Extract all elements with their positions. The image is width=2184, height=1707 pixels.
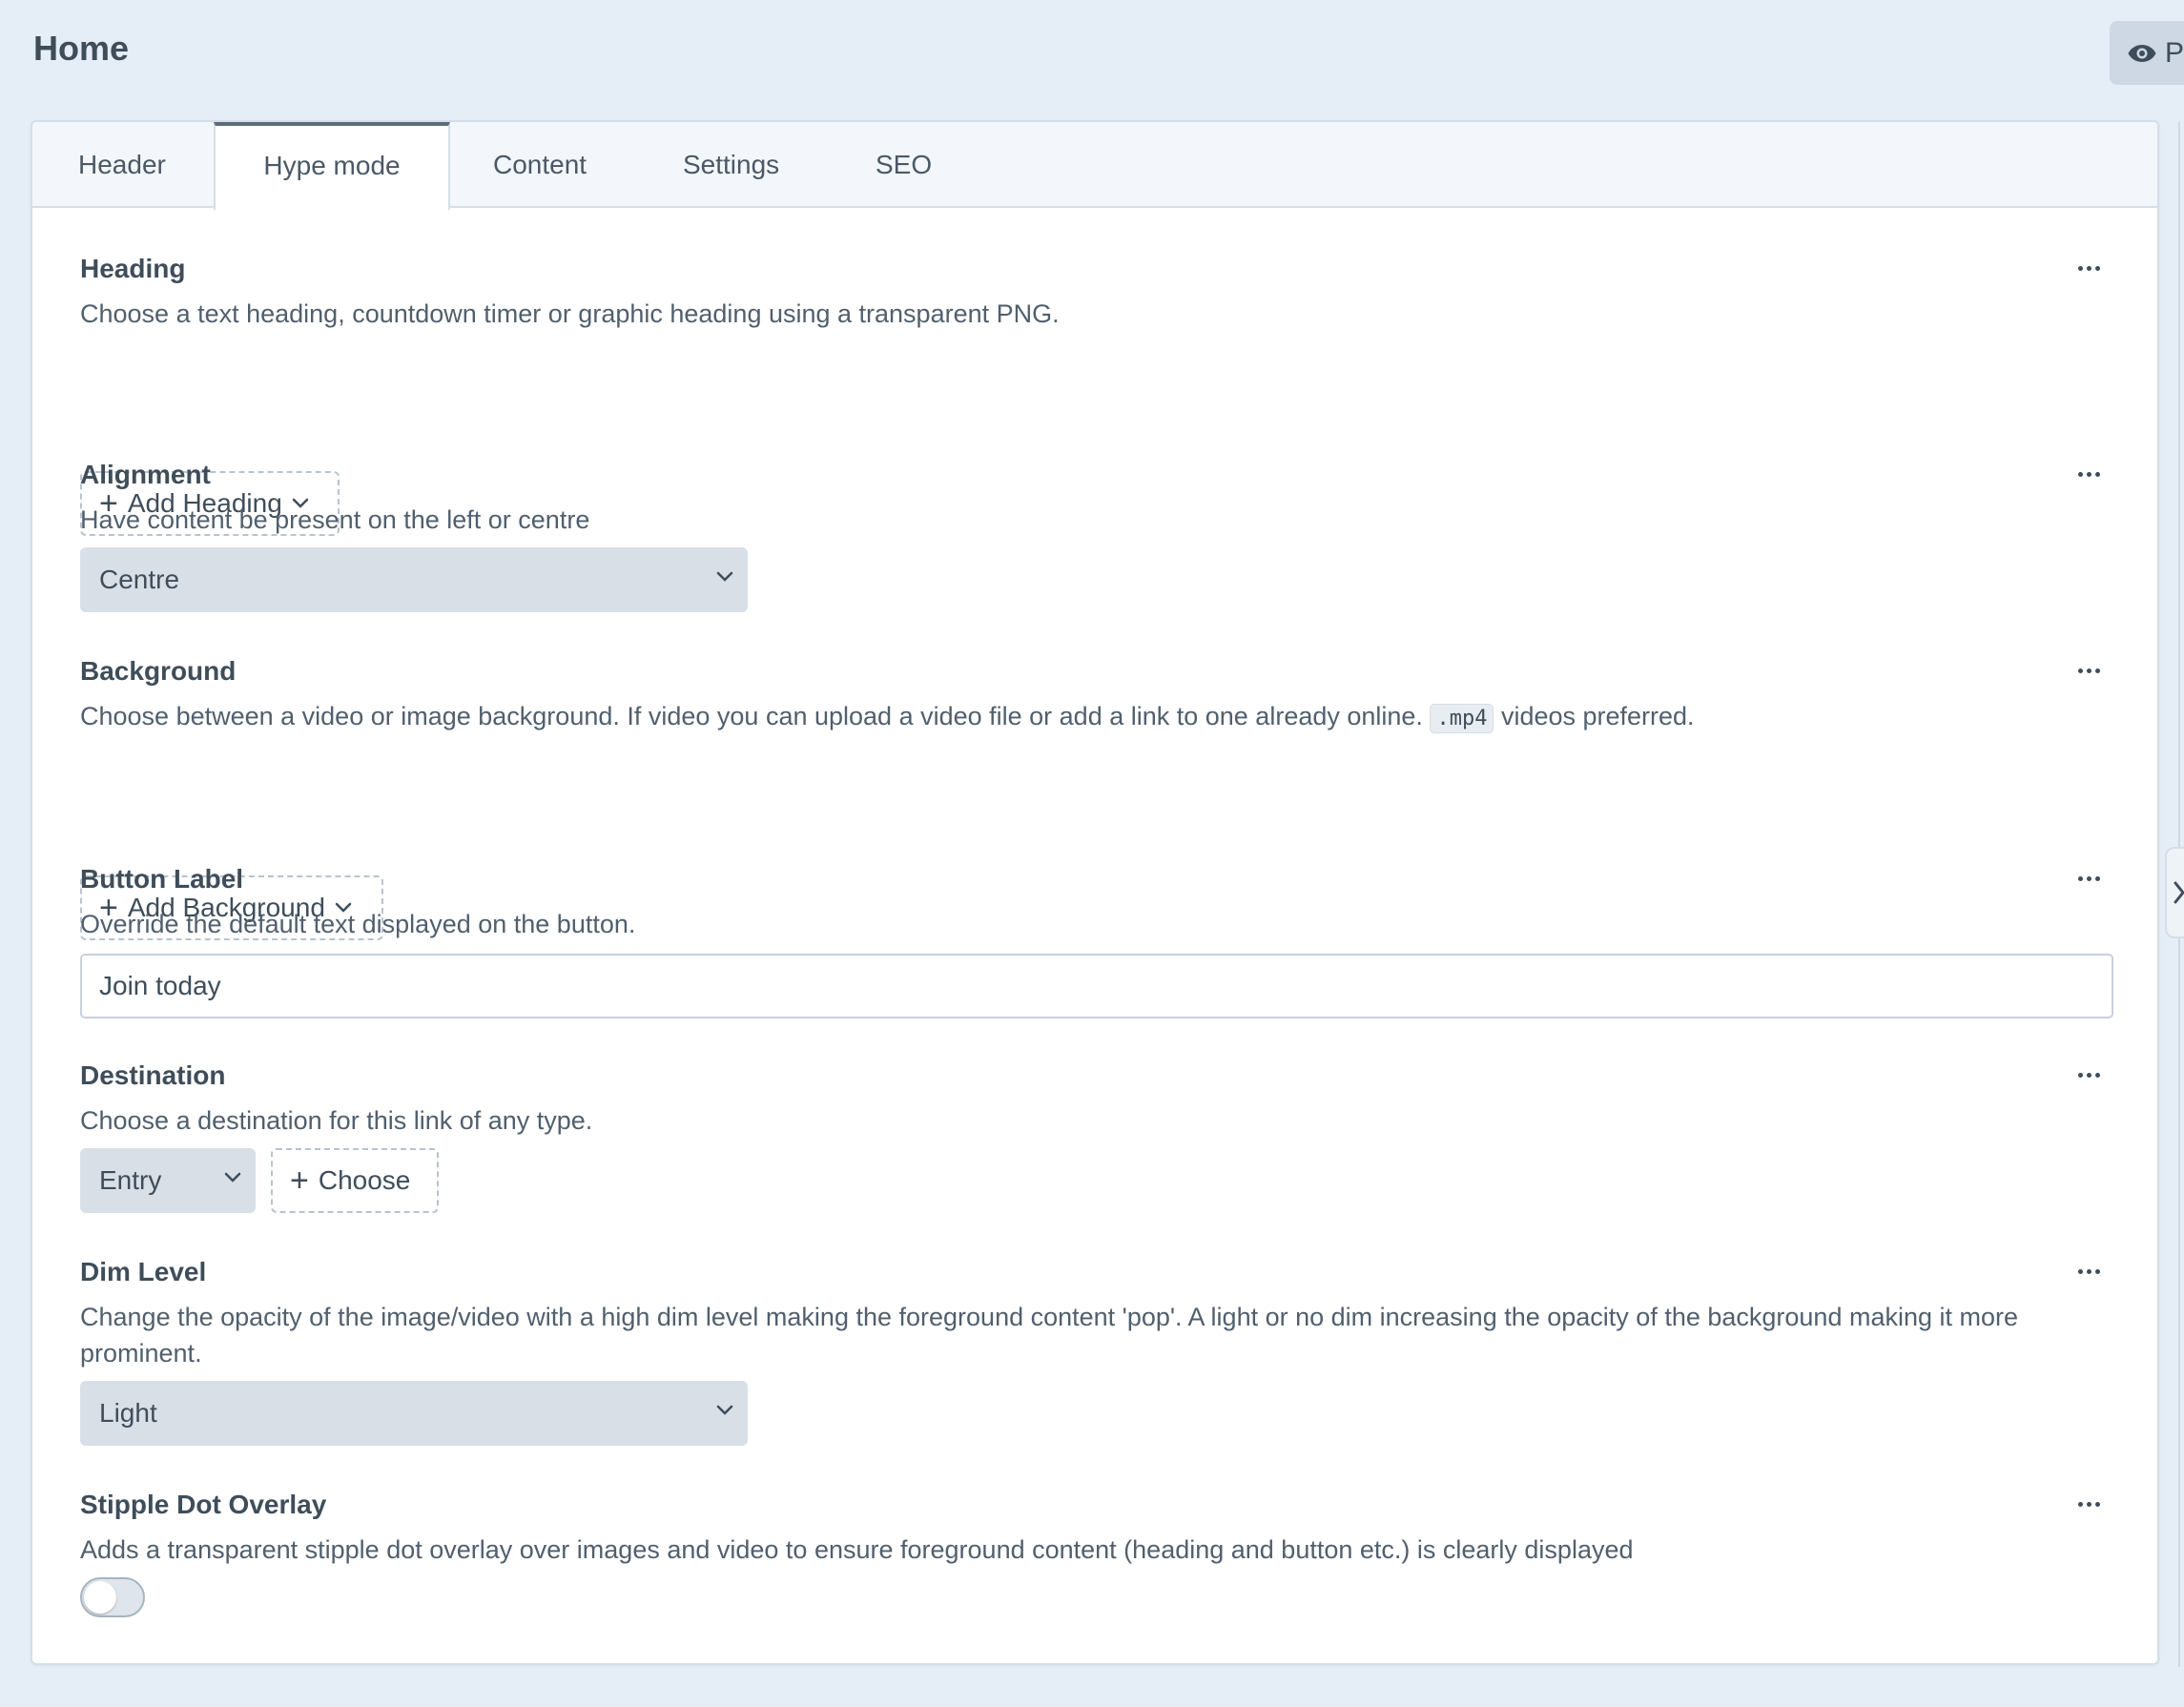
destination-type-select[interactable]: Entry bbox=[80, 1148, 256, 1213]
dim-level-value: Light bbox=[99, 1398, 157, 1428]
description-text: Choose between a video or image backgrou… bbox=[80, 702, 1423, 730]
more-options-button[interactable] bbox=[2070, 254, 2108, 282]
field-description: Choose a destination for this link of an… bbox=[80, 1106, 593, 1135]
field-label: Background bbox=[80, 656, 237, 686]
description-text: videos preferred. bbox=[1500, 702, 1695, 730]
more-options-button[interactable] bbox=[2070, 1060, 2108, 1089]
stipple-overlay-toggle[interactable] bbox=[80, 1577, 145, 1617]
alignment-select-value: Centre bbox=[99, 565, 180, 594]
code-snippet: .mp4 bbox=[1430, 704, 1494, 733]
entry-card: Header Hype mode Content Settings SEO He… bbox=[31, 120, 2159, 1665]
field-description: Choose a text heading, countdown timer o… bbox=[80, 299, 1060, 328]
more-options-button[interactable] bbox=[2070, 1490, 2108, 1518]
tab-content[interactable]: Content bbox=[493, 122, 587, 208]
more-options-button[interactable] bbox=[2070, 1257, 2108, 1285]
eye-icon bbox=[2128, 44, 2156, 62]
field-label: Dim Level bbox=[80, 1257, 207, 1286]
field-description: Adds a transparent stipple dot overlay o… bbox=[80, 1535, 1634, 1564]
field-label: Destination bbox=[80, 1060, 226, 1090]
more-options-button[interactable] bbox=[2070, 864, 2108, 893]
field-label: Stipple Dot Overlay bbox=[80, 1490, 327, 1519]
more-options-button[interactable] bbox=[2070, 460, 2108, 488]
field-label: Alignment bbox=[80, 460, 211, 489]
field-description: Choose between a video or image backgrou… bbox=[80, 698, 2131, 737]
chevron-right-icon bbox=[2174, 881, 2184, 904]
field-label: Button Label bbox=[80, 864, 244, 894]
tab-settings[interactable]: Settings bbox=[683, 122, 779, 208]
field-description: Override the default text displayed on t… bbox=[80, 910, 636, 938]
destination-type-value: Entry bbox=[99, 1165, 162, 1195]
more-options-button[interactable] bbox=[2070, 656, 2108, 685]
sidebar-toggle[interactable] bbox=[2165, 847, 2184, 938]
chevron-down-icon bbox=[224, 1172, 241, 1183]
tab-header[interactable]: Header bbox=[78, 122, 166, 208]
tab-seo[interactable]: SEO bbox=[876, 122, 932, 208]
chevron-down-icon bbox=[716, 1405, 733, 1415]
preview-button-label: Preview bbox=[2165, 36, 2184, 69]
chevron-down-icon bbox=[716, 571, 733, 582]
field-description: Change the opacity of the image/video wi… bbox=[80, 1303, 2019, 1368]
alignment-select[interactable]: Centre bbox=[80, 547, 748, 612]
field-label: Heading bbox=[80, 254, 186, 283]
toggle-knob bbox=[84, 1581, 116, 1614]
tab-bar: Header Hype mode Content Settings SEO bbox=[32, 122, 2157, 210]
preview-button[interactable]: Preview bbox=[2110, 21, 2184, 85]
field-description: Have content be present on the left or c… bbox=[80, 505, 590, 534]
page-title: Home bbox=[33, 29, 130, 68]
plus-icon: + bbox=[290, 1162, 309, 1199]
tab-hype-mode[interactable]: Hype mode bbox=[214, 122, 450, 210]
choose-label: Choose bbox=[318, 1165, 411, 1195]
button-label-input[interactable] bbox=[80, 954, 2113, 1018]
choose-destination-button[interactable]: + Choose bbox=[271, 1148, 439, 1213]
dim-level-select[interactable]: Light bbox=[80, 1381, 748, 1446]
